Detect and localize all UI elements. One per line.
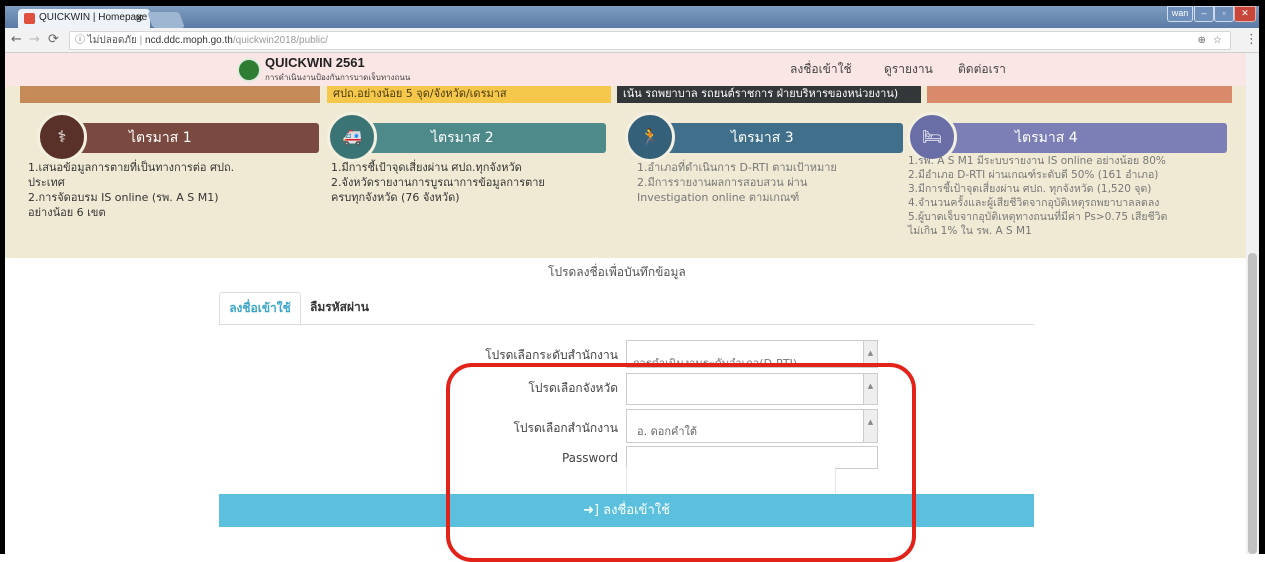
zoom-icon[interactable]: ⊕ <box>1198 32 1206 49</box>
site-brand[interactable]: QUICKWIN 2561 <box>265 55 365 70</box>
quarter-3-list: 1.อำเภอที่ดำเนินการ D-RTI ตามเป้าหมาย 2.… <box>637 161 837 204</box>
maximize-button[interactable]: ▫ <box>1214 6 1234 22</box>
browser-tab[interactable]: QUICKWIN | Homepage × <box>18 9 150 28</box>
info-icon[interactable]: ⓘ <box>70 35 85 46</box>
profile-button[interactable]: wan <box>1167 6 1193 22</box>
login-heading: โปรดลงชื่อเพื่อบันทึกข้อมูล <box>548 265 686 279</box>
back-icon[interactable]: ← <box>11 32 22 47</box>
quarter-3-badge: ไตรมาส 3 <box>639 123 903 153</box>
quarter-2-icon: 🚑 <box>327 112 377 162</box>
banner-stripe-1 <box>20 86 320 103</box>
quarter-4-list: 1.รพ. A S M1 มีระบบรายงาน IS online อย่า… <box>908 155 1168 237</box>
scrollbar-thumb[interactable] <box>1248 253 1257 554</box>
favicon-icon <box>24 13 35 24</box>
url-field[interactable]: ⓘ ไม่ปลอดภัย | ncd.ddc.moph.go.th/quickw… <box>69 31 1231 50</box>
tab-login[interactable]: ลงชื่อเข้าใช้ <box>219 292 301 326</box>
tabs-divider <box>219 324 1034 325</box>
quarter-4-badge: ไตรมาส 4 <box>927 123 1227 153</box>
tab-forgot-password[interactable]: ลืมรหัสผ่าน <box>310 292 369 324</box>
quarter-1-icon: ⚕ <box>37 112 87 162</box>
site-header: QUICKWIN 2561 การดำเนินงานป้องกันการบาดเ… <box>5 53 1259 86</box>
tab-close-icon[interactable]: × <box>135 11 144 24</box>
url-path: /quickwin2018/public/ <box>232 35 328 46</box>
quarter-1-list: 1.เสนอข้อมูลการตายที่เป็นทางการต่อ ศปถ. … <box>28 161 235 219</box>
reload-icon[interactable]: ⟳ <box>48 32 59 47</box>
quarter-banner: ศปถ.อย่างน้อย 5 จุด/จังหวัด/เดรมาส เน้น … <box>5 86 1259 258</box>
banner-stripe-3: เน้น รถพยาบาล รถยนต์ราชการ ฝ่ายบริหารของ… <box>617 86 921 103</box>
browser-titlebar <box>5 6 1259 28</box>
new-tab-button[interactable] <box>147 12 185 28</box>
url-host: ncd.ddc.moph.go.th <box>145 35 233 46</box>
nav-reports[interactable]: ดูรายงาน <box>884 60 933 79</box>
banner-stripe-2: ศปถ.อย่างน้อย 5 จุด/จังหวัด/เดรมาส <box>327 86 611 103</box>
nav-contact[interactable]: ติดต่อเรา <box>958 60 1006 79</box>
quarter-1-badge: ไตรมาส 1 <box>49 123 319 153</box>
quarter-3-icon: 🏃 <box>625 112 675 162</box>
address-bar: ← → ⟳ ⓘ ไม่ปลอดภัย | ncd.ddc.moph.go.th/… <box>5 28 1259 53</box>
forward-icon[interactable]: → <box>29 32 40 47</box>
window-frame-right <box>1259 0 1265 554</box>
tab-title: QUICKWIN | Homepage <box>39 12 148 23</box>
site-subtitle: การดำเนินงานป้องกันการบาดเจ็บทางถนน <box>265 73 411 82</box>
security-label: ไม่ปลอดภัย <box>87 35 137 46</box>
menu-icon[interactable]: ⋮ <box>1245 32 1258 47</box>
site-logo-icon <box>237 58 261 82</box>
banner-stripe-4 <box>927 86 1232 103</box>
nav-login[interactable]: ลงชื่อเข้าใช้ <box>790 60 852 79</box>
quarter-2-badge: ไตรมาส 2 <box>341 123 606 153</box>
quarter-2-list: 1.มีการชี้เป้าจุดเสี่ยงผ่าน ศปถ.ทุกจังหว… <box>331 161 545 204</box>
close-window-button[interactable]: ✕ <box>1234 6 1256 22</box>
bookmark-star-icon[interactable]: ☆ <box>1213 32 1222 49</box>
window-controls: wan – ▫ ✕ <box>1167 6 1256 22</box>
red-highlight-annotation <box>446 363 916 562</box>
minimize-button[interactable]: – <box>1194 6 1214 22</box>
